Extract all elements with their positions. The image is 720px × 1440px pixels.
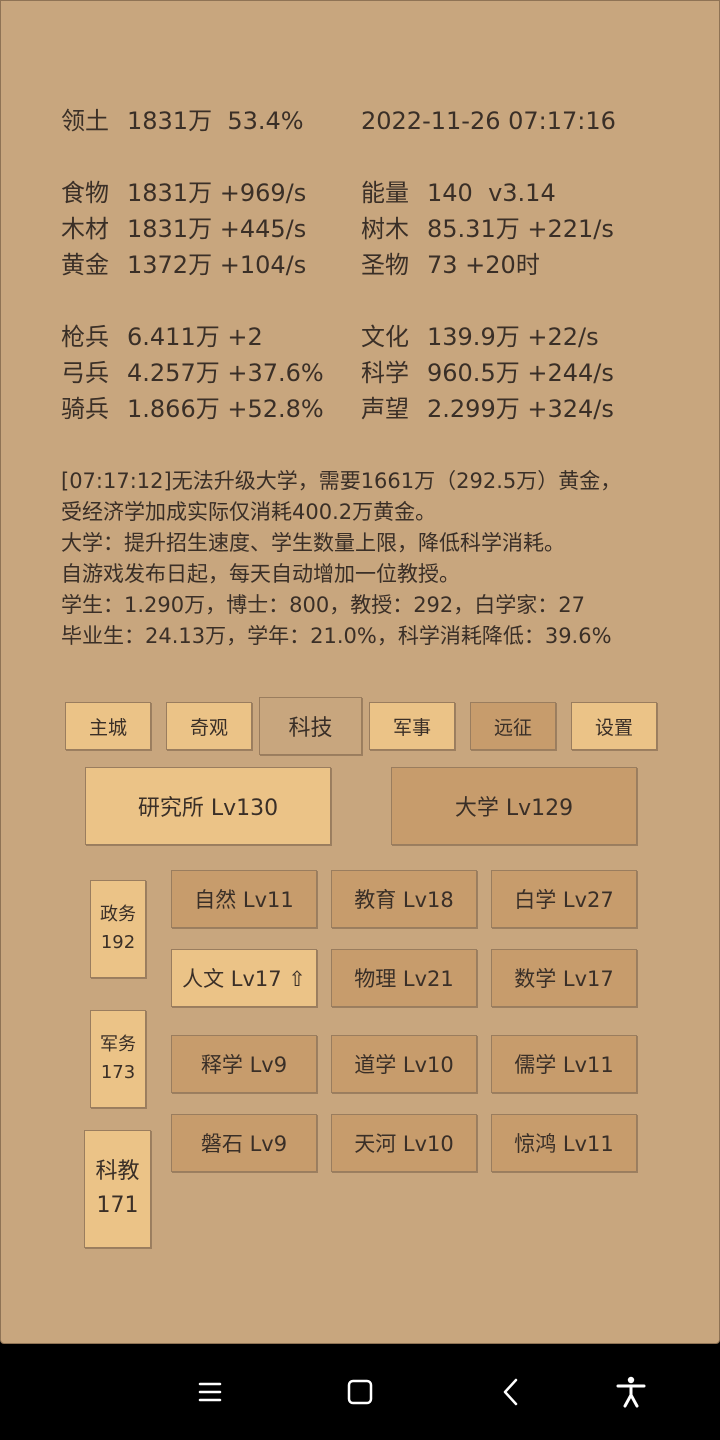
tech-baixue[interactable]: 白学 Lv27 [491,870,637,928]
stat-label: 树木 [361,215,409,243]
tech-nature[interactable]: 自然 Lv11 [171,870,317,928]
side-science-education-button[interactable]: 科教 171 [84,1130,151,1248]
side-value: 173 [100,1062,136,1083]
side-military-affairs-button[interactable]: 军务 173 [90,1010,146,1108]
stat-label: 弓兵 [61,359,109,387]
log-line: 毕业生：24.13万，学年：21.0%，科学消耗降低：39.6% [61,624,612,648]
stat-value: 1372万 +104/s [127,251,307,279]
log-line: 大学：提升招生速度、学生数量上限，降低科学消耗。 [61,531,565,555]
stat-value: 1831万 +445/s [127,215,307,243]
tab-technology[interactable]: 科技 [259,697,362,755]
stat-value: 4.257万 +37.6% [127,359,324,387]
log-line: [07:17:12]无法升级大学，需要1661万（292.5万）黄金， [61,469,622,493]
tab-wonders[interactable]: 奇观 [166,702,252,750]
accessibility-icon[interactable] [614,1375,648,1409]
tech-jinghong[interactable]: 惊鸿 Lv11 [491,1114,637,1172]
stat-label: 木材 [61,215,109,243]
stat-label: 声望 [361,395,409,423]
stat-label: 黄金 [61,251,109,279]
log-line: 自游戏发布日起，每天自动增加一位教授。 [61,562,460,586]
stat-value: 85.31万 +221/s [427,215,614,243]
tech-taoism[interactable]: 道学 Lv10 [331,1035,477,1093]
system-nav-bar [0,1345,720,1440]
side-politics-button[interactable]: 政务 192 [90,880,146,978]
stat-value: 140 v3.14 [427,179,556,207]
side-label: 政务 [100,904,136,925]
territory-label: 领土 [61,107,109,135]
side-label: 科教 [95,1159,140,1184]
tech-humanities[interactable]: 人文 Lv17 ⇧ [171,949,317,1007]
tech-panshi[interactable]: 磐石 Lv9 [171,1114,317,1172]
side-value: 171 [96,1193,139,1218]
stat-value: 1.866万 +52.8% [127,395,324,423]
stat-label: 枪兵 [61,323,109,351]
tech-buddhism[interactable]: 释学 Lv9 [171,1035,317,1093]
stat-value: 2.299万 +324/s [427,395,614,423]
tab-settings[interactable]: 设置 [571,702,657,750]
side-label: 军务 [100,1034,136,1055]
tech-math[interactable]: 数学 Lv17 [491,949,637,1007]
stat-label: 食物 [61,179,109,207]
back-icon[interactable] [495,1375,529,1409]
stat-value: 960.5万 +244/s [427,359,614,387]
tech-confucianism[interactable]: 儒学 Lv11 [491,1035,637,1093]
menu-icon[interactable] [193,1375,227,1409]
tech-tianhe[interactable]: 天河 Lv10 [331,1114,477,1172]
university-button[interactable]: 大学 Lv129 [391,767,637,845]
stat-label: 骑兵 [61,395,109,423]
stat-label: 文化 [361,323,409,351]
stat-value: 139.9万 +22/s [427,323,599,351]
territory-value: 1831万 53.4% [127,107,304,135]
home-icon[interactable] [343,1375,377,1409]
tab-expedition[interactable]: 远征 [470,702,556,750]
stat-value: 73 +20时 [427,251,540,279]
research-institute-button[interactable]: 研究所 Lv130 [85,767,331,845]
tab-military[interactable]: 军事 [369,702,455,750]
log-line: 受经济学加成实际仅消耗400.2万黄金。 [61,500,437,524]
datetime: 2022-11-26 07:17:16 [361,107,616,135]
stat-label: 圣物 [361,251,409,279]
message-log: [07:17:12]无法升级大学，需要1661万（292.5万）黄金， 受经济学… [61,466,701,652]
tab-main-city[interactable]: 主城 [65,702,151,750]
tech-physics[interactable]: 物理 Lv21 [331,949,477,1007]
tech-education[interactable]: 教育 Lv18 [331,870,477,928]
log-line: 学生：1.290万，博士：800，教授：292，白学家：27 [61,593,586,617]
stat-value: 6.411万 +2 [127,323,263,351]
stat-label: 能量 [361,179,409,207]
game-screen: 领土 1831万 53.4% 2022-11-26 07:17:16 食物 18… [0,0,720,1344]
side-value: 192 [100,932,136,953]
stat-value: 1831万 +969/s [127,179,307,207]
stat-label: 科学 [361,359,409,387]
